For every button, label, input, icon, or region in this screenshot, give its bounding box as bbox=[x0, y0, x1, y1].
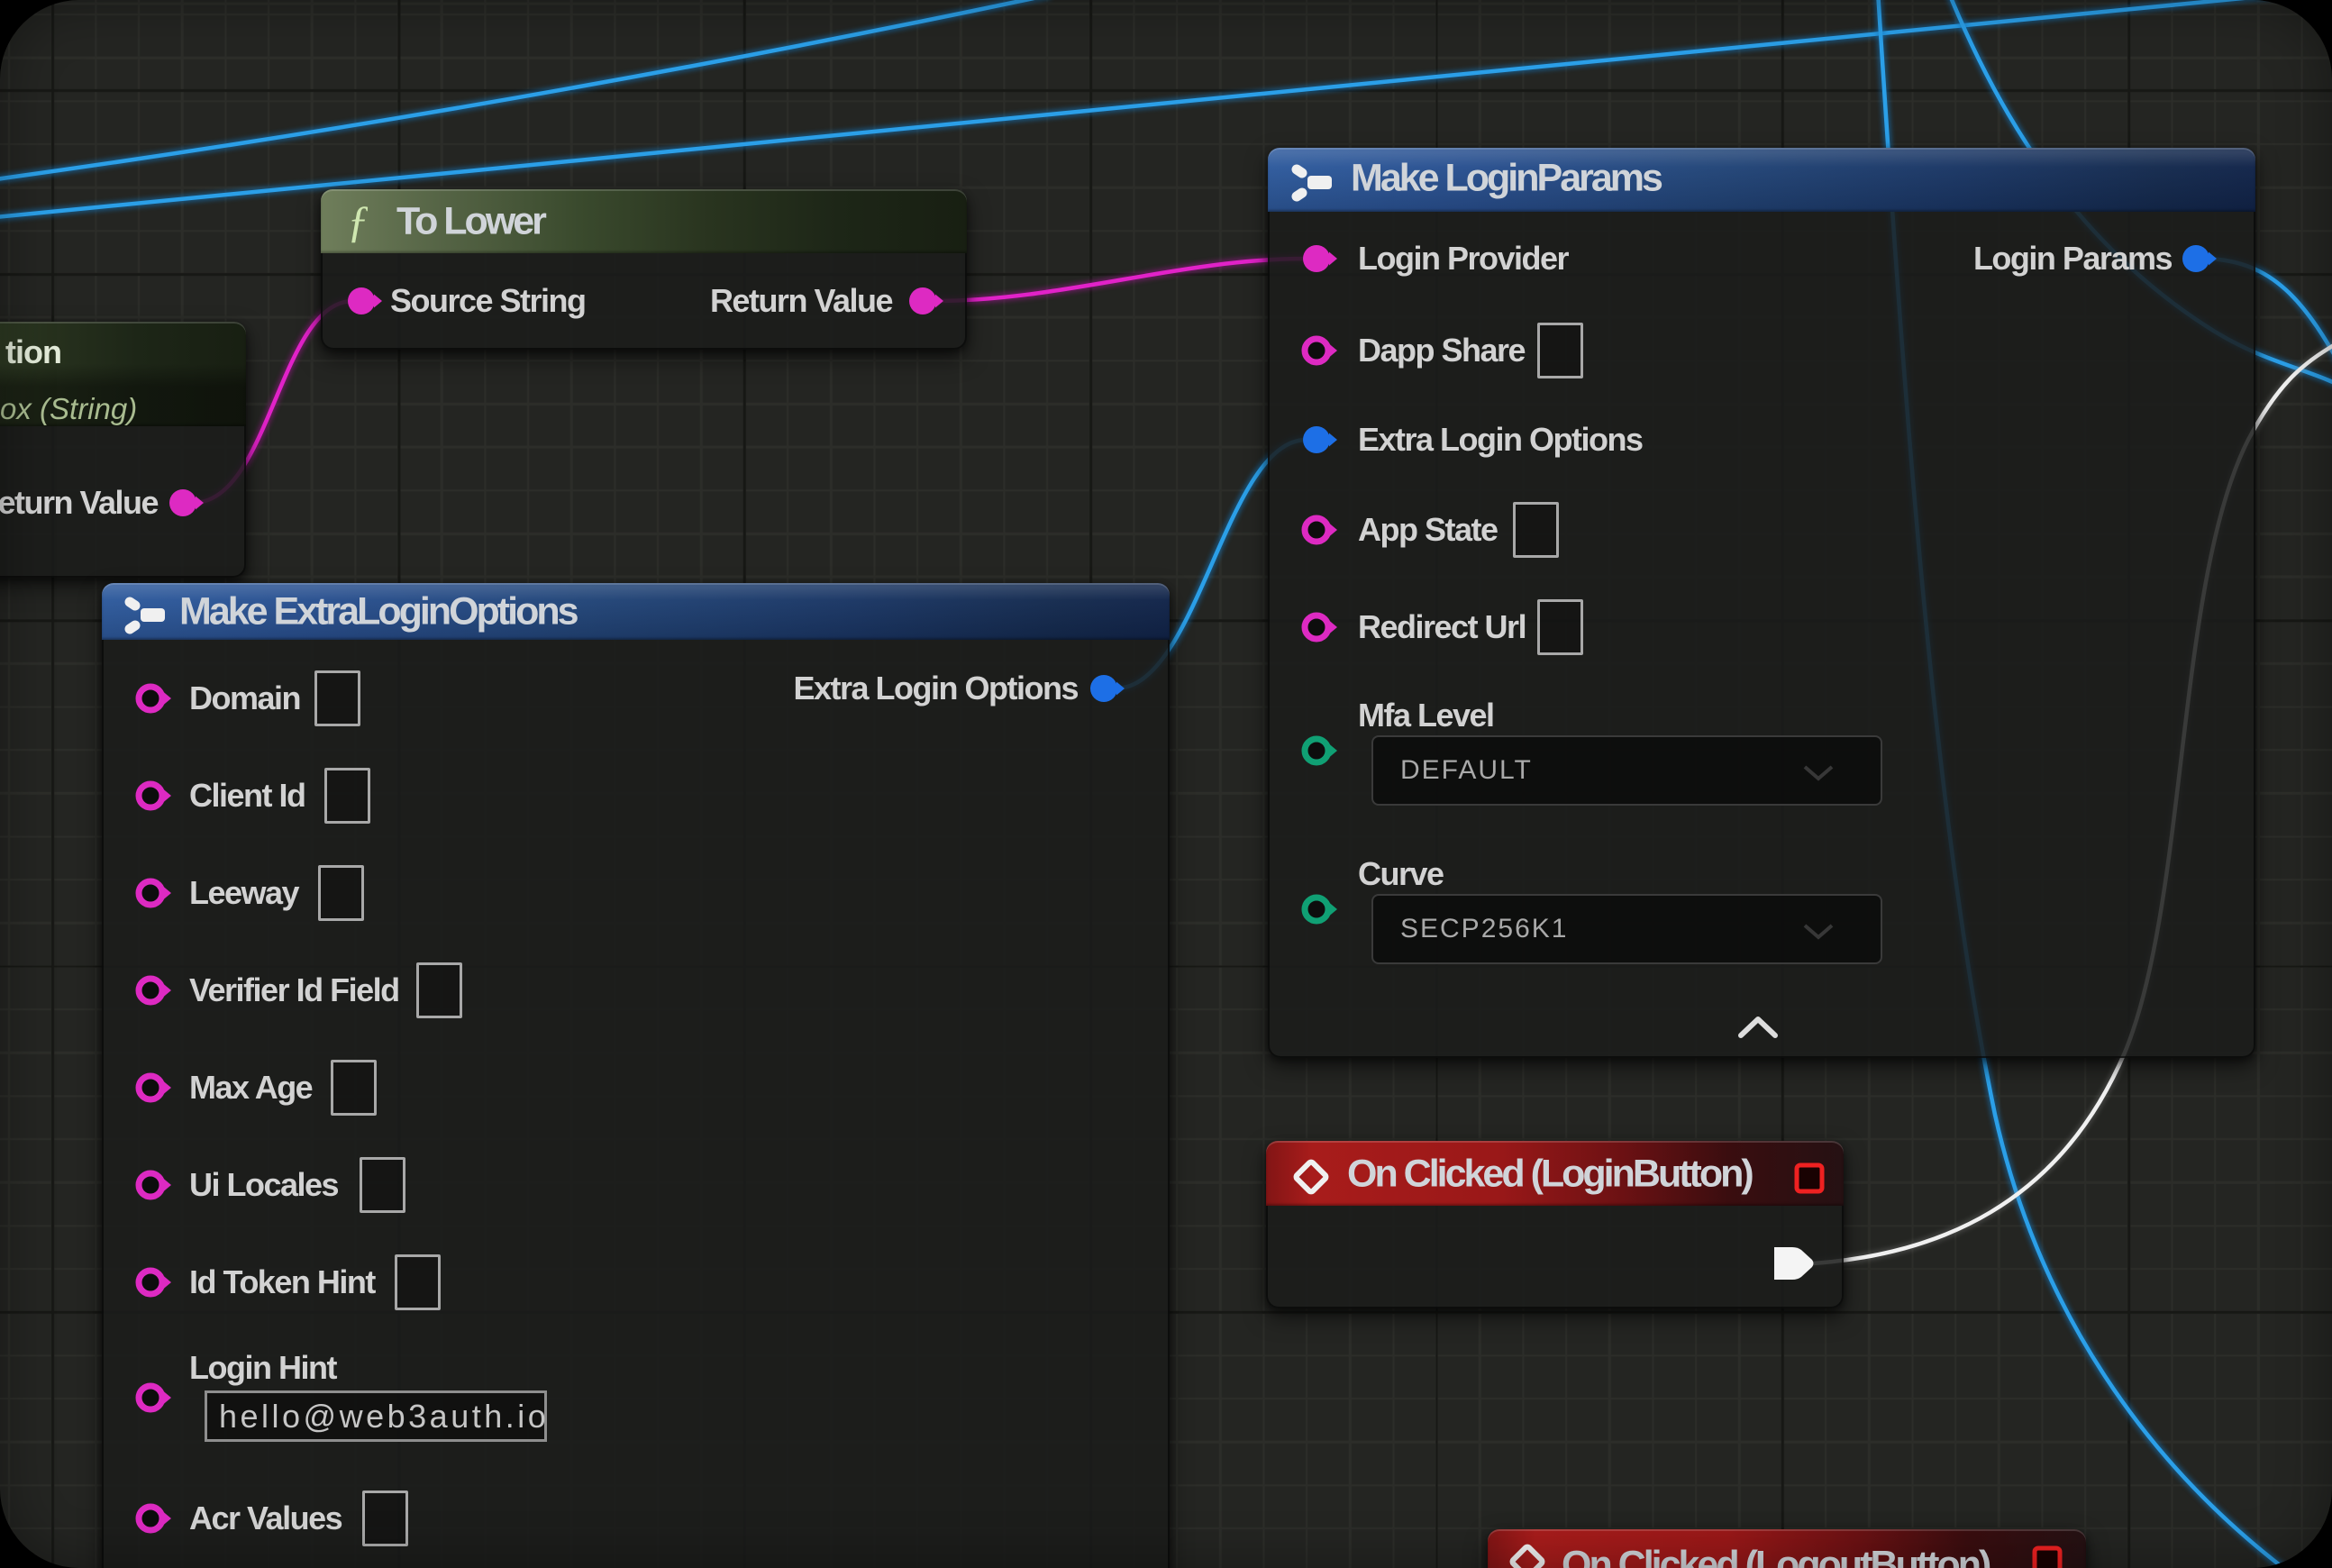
svg-text:ƒ: ƒ bbox=[347, 196, 369, 246]
